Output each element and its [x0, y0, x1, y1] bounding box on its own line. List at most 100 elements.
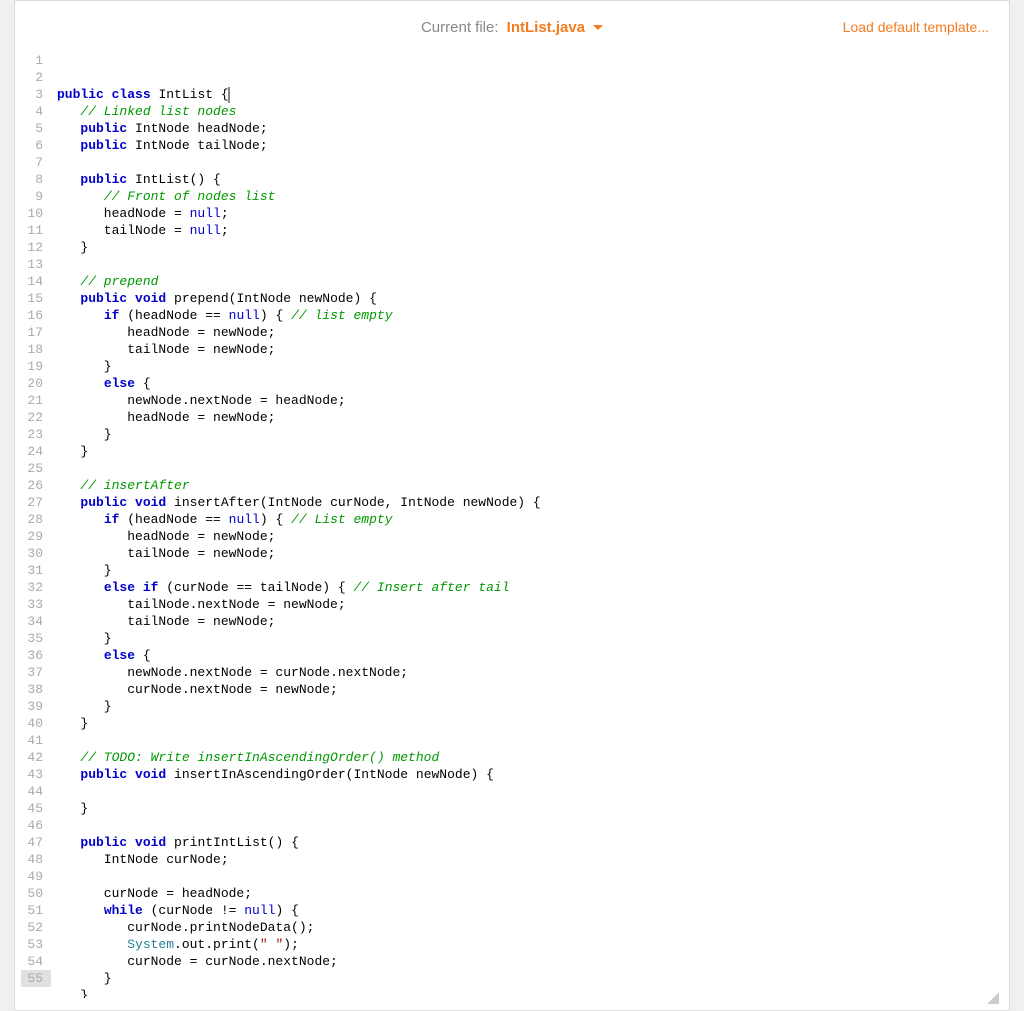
line-number: 54 [21, 953, 51, 970]
load-template-link[interactable]: Load default template... [843, 19, 989, 35]
line-number: 14 [21, 273, 51, 290]
code-line[interactable]: IntNode curNode; [57, 851, 997, 868]
line-number: 48 [21, 851, 51, 868]
code-line[interactable]: while (curNode != null) { [57, 902, 997, 919]
code-line[interactable]: curNode.nextNode = newNode; [57, 681, 997, 698]
code-line[interactable] [57, 817, 997, 834]
code-line[interactable]: headNode = newNode; [57, 528, 997, 545]
code-line[interactable] [57, 460, 997, 477]
line-number: 42 [21, 749, 51, 766]
line-number: 11 [21, 222, 51, 239]
code-line[interactable]: } [57, 698, 997, 715]
line-number: 19 [21, 358, 51, 375]
code-line[interactable] [57, 256, 997, 273]
code-line[interactable]: else if (curNode == tailNode) { // Inser… [57, 579, 997, 596]
line-number: 13 [21, 256, 51, 273]
code-line[interactable]: } [57, 800, 997, 817]
line-number: 33 [21, 596, 51, 613]
line-number: 6 [21, 137, 51, 154]
filename-dropdown[interactable]: IntList.java [507, 19, 603, 36]
code-line[interactable]: headNode = null; [57, 205, 997, 222]
code-line[interactable]: } [57, 443, 997, 460]
code-line[interactable]: } [57, 715, 997, 732]
code-line[interactable]: curNode = curNode.nextNode; [57, 953, 997, 970]
line-number: 17 [21, 324, 51, 341]
line-number: 52 [21, 919, 51, 936]
code-line[interactable]: System.out.print(" "); [57, 936, 997, 953]
line-number: 43 [21, 766, 51, 783]
line-number: 51 [21, 902, 51, 919]
code-line[interactable] [57, 868, 997, 885]
line-number: 22 [21, 409, 51, 426]
code-line[interactable]: } [57, 987, 997, 998]
code-line[interactable]: } [57, 358, 997, 375]
code-line[interactable]: } [57, 562, 997, 579]
line-number: 46 [21, 817, 51, 834]
line-number: 34 [21, 613, 51, 630]
code-line[interactable]: newNode.nextNode = headNode; [57, 392, 997, 409]
code-line[interactable]: curNode = headNode; [57, 885, 997, 902]
line-number: 9 [21, 188, 51, 205]
line-number: 1 [21, 52, 51, 69]
code-line[interactable]: } [57, 630, 997, 647]
code-line[interactable]: tailNode.nextNode = newNode; [57, 596, 997, 613]
line-number: 50 [21, 885, 51, 902]
code-line[interactable]: } [57, 239, 997, 256]
code-line[interactable]: headNode = newNode; [57, 324, 997, 341]
editor-card: Current file: IntList.java Load default … [14, 0, 1010, 1011]
line-number: 39 [21, 698, 51, 715]
code-line[interactable]: tailNode = null; [57, 222, 997, 239]
line-number: 8 [21, 171, 51, 188]
code-line[interactable]: curNode.printNodeData(); [57, 919, 997, 936]
code-line[interactable]: } [57, 970, 997, 987]
code-body[interactable]: public class IntList { // Linked list no… [51, 50, 997, 998]
code-line[interactable]: if (headNode == null) { // list empty [57, 307, 997, 324]
resize-handle-icon[interactable] [987, 992, 999, 1004]
line-number: 47 [21, 834, 51, 851]
line-number: 26 [21, 477, 51, 494]
code-line[interactable]: public IntList() { [57, 171, 997, 188]
line-number: 37 [21, 664, 51, 681]
line-number: 18 [21, 341, 51, 358]
code-line[interactable]: newNode.nextNode = curNode.nextNode; [57, 664, 997, 681]
line-number: 44 [21, 783, 51, 800]
code-line[interactable]: // TODO: Write insertInAscendingOrder() … [57, 749, 997, 766]
code-line[interactable]: if (headNode == null) { // List empty [57, 511, 997, 528]
line-number: 35 [21, 630, 51, 647]
code-line[interactable]: // insertAfter [57, 477, 997, 494]
line-number: 30 [21, 545, 51, 562]
line-number: 45 [21, 800, 51, 817]
code-line[interactable]: // Front of nodes list [57, 188, 997, 205]
line-number: 38 [21, 681, 51, 698]
line-number: 40 [21, 715, 51, 732]
code-line[interactable]: else { [57, 647, 997, 664]
line-number: 21 [21, 392, 51, 409]
code-line[interactable]: tailNode = newNode; [57, 545, 997, 562]
line-number: 53 [21, 936, 51, 953]
line-number: 25 [21, 460, 51, 477]
code-line[interactable]: tailNode = newNode; [57, 613, 997, 630]
code-line[interactable]: else { [57, 375, 997, 392]
code-line[interactable]: // Linked list nodes [57, 103, 997, 120]
code-line[interactable]: // prepend [57, 273, 997, 290]
line-number: 32 [21, 579, 51, 596]
code-line[interactable]: public void printIntList() { [57, 834, 997, 851]
code-line[interactable] [57, 783, 997, 800]
code-line[interactable]: tailNode = newNode; [57, 341, 997, 358]
code-line[interactable]: public void insertAfter(IntNode curNode,… [57, 494, 997, 511]
line-number-gutter: 1234567891011121314151617181920212223242… [21, 50, 51, 998]
code-line[interactable]: public void insertInAscendingOrder(IntNo… [57, 766, 997, 783]
code-line[interactable]: } [57, 426, 997, 443]
code-line[interactable] [57, 732, 997, 749]
code-line[interactable]: public void prepend(IntNode newNode) { [57, 290, 997, 307]
code-line[interactable] [57, 154, 997, 171]
chevron-down-icon [593, 25, 603, 30]
code-line[interactable]: headNode = newNode; [57, 409, 997, 426]
code-editor[interactable]: 1234567891011121314151617181920212223242… [15, 50, 1009, 1010]
current-file-label: Current file: [421, 19, 499, 36]
code-line[interactable]: public IntNode tailNode; [57, 137, 997, 154]
code-line[interactable]: public class IntList { [57, 86, 997, 103]
line-number: 7 [21, 154, 51, 171]
line-number: 2 [21, 69, 51, 86]
code-line[interactable]: public IntNode headNode; [57, 120, 997, 137]
